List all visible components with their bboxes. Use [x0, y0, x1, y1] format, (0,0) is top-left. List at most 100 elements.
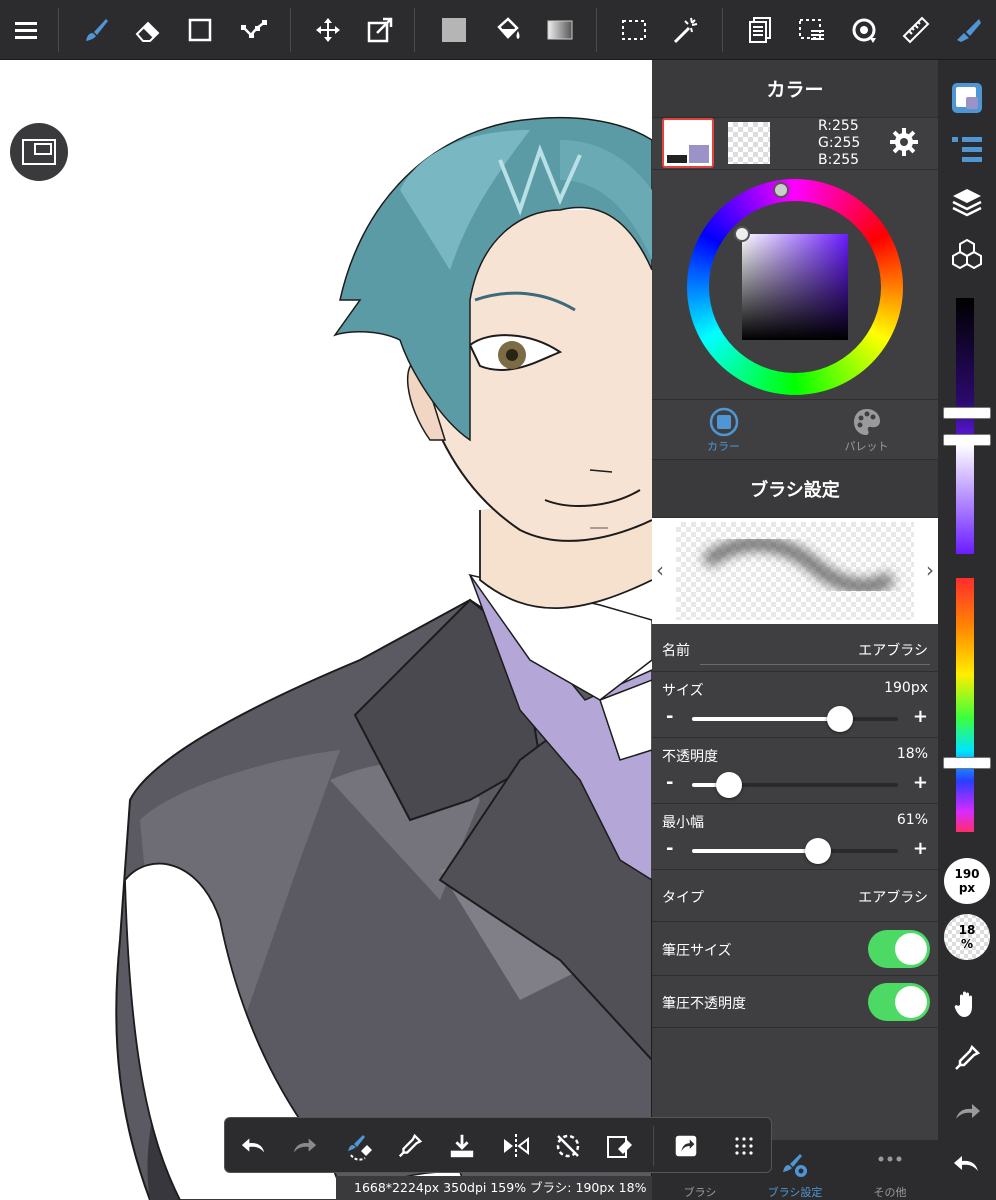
gear-icon[interactable] [888, 126, 920, 158]
brush-opacity-chip[interactable]: 18 % [944, 914, 990, 960]
name-value[interactable]: エアブラシ [858, 640, 928, 660]
reference-window-button[interactable] [10, 123, 68, 181]
brush-icon[interactable] [74, 0, 118, 60]
brightness-bar-knob[interactable] [943, 407, 991, 419]
minwidth-plus-button[interactable]: + [913, 838, 928, 859]
brush-stroke-preview [701, 536, 896, 594]
color-square-icon [709, 407, 738, 436]
redo-icon[interactable] [279, 1118, 329, 1174]
pressure-size-toggle[interactable] [868, 930, 930, 968]
hue-picker-handle[interactable] [773, 182, 789, 198]
clear-icon[interactable] [595, 1118, 645, 1174]
select-layer-icon[interactable] [790, 0, 834, 60]
size-chip-unit: px [958, 881, 976, 895]
top-toolbar [0, 0, 996, 60]
rotate-reset-icon[interactable] [543, 1118, 593, 1174]
type-row[interactable]: タイプ エアブラシ [652, 870, 938, 922]
layers-doc-icon[interactable] [738, 0, 782, 60]
name-label: 名前 [662, 643, 690, 659]
dock-brush-tab[interactable]: ブラシ [660, 1184, 740, 1200]
import-icon[interactable] [437, 1118, 487, 1174]
flip-icon[interactable] [491, 1118, 541, 1174]
eraser-icon[interactable] [126, 0, 170, 60]
chevron-left-icon[interactable]: ‹ [656, 558, 664, 582]
opacity-chip-unit: % [960, 937, 974, 951]
minwidth-minus-button[interactable]: - [666, 838, 673, 859]
dock-brush-settings-tab[interactable]: ブラシ設定 [755, 1184, 835, 1200]
eyedropper-icon[interactable] [947, 1038, 987, 1078]
artwork-illustration [115, 116, 652, 1200]
color-wheel-area [652, 170, 938, 400]
hue-bar-knob[interactable] [943, 757, 991, 769]
toolbar-divider [414, 8, 415, 52]
pressure-opacity-label: 筆圧不透明度 [662, 996, 746, 1012]
grid-icon[interactable] [719, 1118, 769, 1174]
opacity-slider-knob[interactable] [716, 772, 743, 798]
size-minus-button[interactable]: - [666, 706, 673, 727]
size-slider-knob[interactable] [827, 706, 854, 732]
hand-icon[interactable] [947, 984, 987, 1024]
size-slider[interactable] [692, 706, 898, 732]
brush-size-chip[interactable]: 190 px [944, 858, 990, 904]
undo-icon[interactable] [947, 1144, 987, 1184]
size-plus-button[interactable]: + [913, 706, 928, 727]
menu-icon[interactable] [4, 0, 48, 60]
ruler-icon[interactable] [894, 0, 938, 60]
tab-color-label: カラー [707, 439, 740, 453]
right-tool-column: 190 px 18 % [938, 60, 996, 1200]
sv-picker-handle[interactable] [734, 226, 750, 242]
toolbar-divider [722, 8, 723, 52]
rectangle-icon[interactable] [178, 0, 222, 60]
swatch-purple-chip [689, 145, 709, 163]
chevron-right-icon[interactable]: › [926, 558, 934, 582]
minwidth-label: 最小幅 [662, 815, 704, 831]
minwidth-slider-knob[interactable] [804, 838, 831, 864]
saturation-value-square[interactable] [742, 234, 848, 340]
fill-color-icon[interactable] [432, 0, 476, 60]
brush-swap-icon[interactable] [335, 1118, 385, 1174]
tab-palette[interactable]: パレット [795, 400, 938, 459]
gradient-icon[interactable] [538, 0, 582, 60]
opacity-minus-button[interactable]: - [666, 772, 673, 793]
foreground-color-swatch[interactable] [662, 118, 714, 168]
size-value: 190px [884, 680, 928, 696]
hue-bar[interactable] [956, 578, 974, 832]
toolbar-divider [596, 8, 597, 52]
name-underline [700, 664, 930, 665]
opacity-plus-button[interactable]: + [913, 772, 928, 793]
rotate-icon[interactable] [842, 0, 886, 60]
redo-icon[interactable] [947, 1092, 987, 1132]
background-color-swatch[interactable] [728, 122, 770, 164]
dock-other-tab[interactable]: その他 [850, 1184, 930, 1200]
size-row: サイズ 190px - + [652, 672, 938, 738]
pressure-opacity-toggle[interactable] [868, 983, 930, 1021]
minwidth-row: 最小幅 61% - + [652, 804, 938, 870]
rgb-g: G:255 [818, 135, 861, 151]
drawing-canvas[interactable] [0, 60, 652, 1200]
bucket-icon[interactable] [486, 0, 530, 60]
magic-wand-icon[interactable] [664, 0, 708, 60]
tab-palette-label: パレット [844, 439, 889, 453]
polyline-icon[interactable] [232, 0, 276, 60]
selection-icon[interactable] [612, 0, 656, 60]
opacity-slider[interactable] [692, 772, 898, 798]
materials-icon[interactable] [947, 234, 987, 274]
brush-name-row[interactable]: 名前 エアブラシ [652, 624, 938, 672]
minwidth-slider[interactable] [692, 838, 898, 864]
brush-settings-title: ブラシ設定 [652, 460, 938, 518]
tab-color[interactable]: カラー [652, 400, 795, 459]
layers-icon[interactable] [947, 182, 987, 222]
brush-panel-toggle-icon[interactable] [947, 130, 987, 170]
saturation-bar[interactable] [956, 444, 974, 554]
pen-active-icon[interactable] [946, 0, 990, 60]
brush-settings-gear-icon [783, 1154, 807, 1177]
color-panel-toggle-icon[interactable] [947, 78, 987, 118]
transform-icon[interactable] [358, 0, 402, 60]
swatch-dark-chip [667, 155, 687, 163]
move-icon[interactable] [306, 0, 350, 60]
bottom-toolbar [224, 1117, 772, 1173]
share-icon[interactable] [661, 1118, 711, 1174]
undo-icon[interactable] [229, 1118, 279, 1174]
type-value[interactable]: エアブラシ [858, 887, 928, 907]
eyedropper-icon[interactable] [385, 1118, 435, 1174]
